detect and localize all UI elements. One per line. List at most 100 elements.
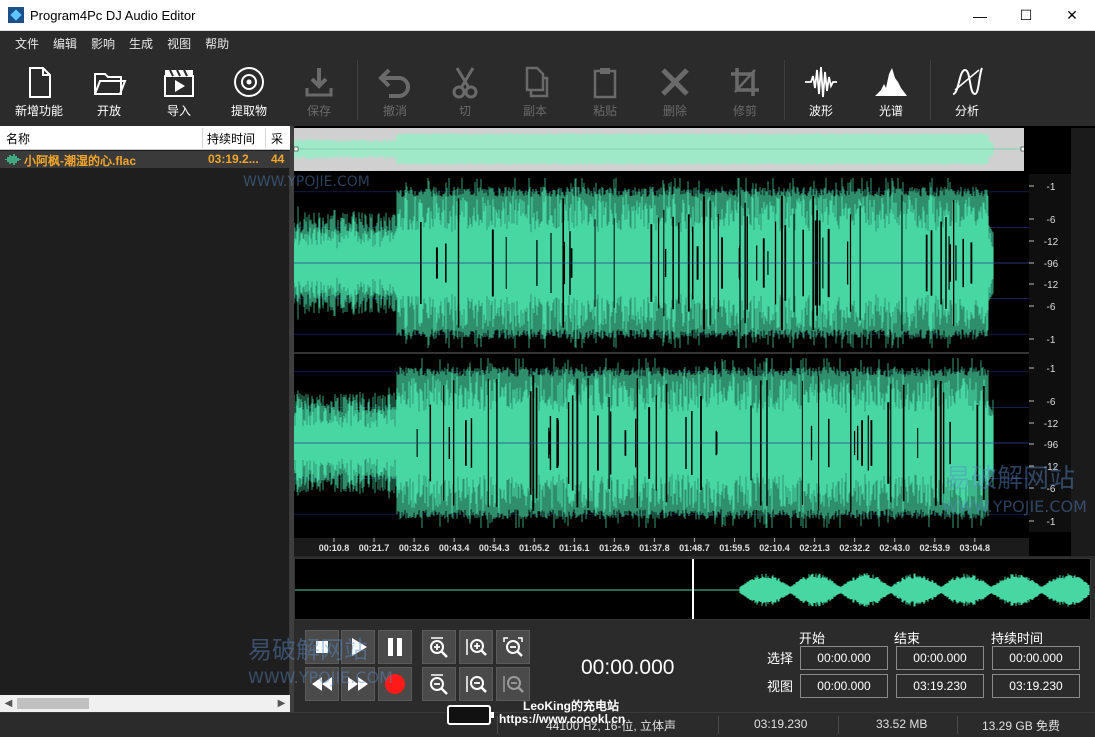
zoom-full-button[interactable]	[496, 667, 530, 701]
status-divider	[957, 716, 958, 734]
selection-start-field[interactable]: 00:00.000	[800, 646, 888, 670]
scroll-right-icon[interactable]: ▶	[273, 695, 290, 712]
zoom-selection-icon	[503, 637, 523, 657]
db-tick-label: -12	[1044, 419, 1059, 430]
zoom-out-icon	[430, 674, 448, 695]
selection-duration-header: 持续时间	[991, 631, 1044, 646]
import-button[interactable]: 导入	[147, 60, 211, 122]
file-duration: 03:19.2...	[208, 152, 259, 166]
status-length: 03:19.230	[754, 717, 808, 731]
trim-button[interactable]: 修剪	[713, 60, 777, 122]
view-duration-field[interactable]: 03:19.230	[992, 674, 1080, 698]
undo-icon	[378, 68, 410, 98]
cut-button[interactable]: 切	[433, 60, 497, 122]
save-button[interactable]: 保存	[287, 60, 351, 122]
scroll-left-icon[interactable]: ◀	[0, 695, 17, 712]
scrollbar-thumb[interactable]	[17, 698, 89, 709]
spectrum-button[interactable]: 光谱	[859, 60, 923, 122]
time-tick-label: 01:48.7	[679, 543, 710, 553]
db-tick-label: -1	[1047, 335, 1056, 346]
menu-effects[interactable]: 影响	[84, 35, 122, 52]
new-button[interactable]: 新增功能	[7, 60, 71, 122]
selection-end-field[interactable]: 00:00.000	[896, 646, 984, 670]
time-tick-label: 01:26.9	[599, 543, 630, 553]
save-icon	[305, 68, 333, 97]
battery-icon	[447, 705, 494, 725]
analysis-button[interactable]: 分析	[935, 60, 999, 122]
import-label: 导入	[166, 104, 191, 118]
record-icon	[385, 674, 405, 694]
selection-duration-field[interactable]: 00:00.000	[992, 646, 1080, 670]
pause-button[interactable]	[378, 630, 412, 664]
view-end-field[interactable]: 03:19.230	[896, 674, 984, 698]
play-icon	[352, 638, 367, 656]
waveform-display[interactable]	[293, 174, 1029, 532]
play-button[interactable]	[341, 630, 375, 664]
db-tick-label: -6	[1047, 397, 1056, 408]
analysis-icon	[952, 67, 983, 96]
file-list-row[interactable]: 小阿枫-潮湿的心.flac 03:19.2... 44	[0, 151, 290, 168]
menu-generate[interactable]: 生成	[122, 35, 160, 52]
copy-label: 副本	[522, 104, 547, 118]
open-button[interactable]: 开放	[77, 60, 141, 122]
waveform-button[interactable]: 波形	[789, 60, 853, 122]
view-start-field[interactable]: 00:00.000	[800, 674, 888, 698]
rewind-button[interactable]	[305, 667, 339, 701]
db-tick-label: -12	[1044, 237, 1059, 248]
delete-button[interactable]: 删除	[643, 60, 707, 122]
column-header-name[interactable]: 名称	[6, 130, 30, 147]
zoom-in-vertical-button[interactable]	[422, 630, 456, 664]
preview-waveform[interactable]	[294, 558, 1091, 620]
overlay-url: https://www.cocokl.cn	[499, 712, 626, 726]
column-header-duration[interactable]: 持续时间	[207, 130, 255, 147]
waveform-editor[interactable]: -1 -6 -12 -96 -12 -6 -1 -1 -6 -12 -96 -12 -6 -1 00:10…	[293, 126, 1095, 556]
time-tick-label: 00:21.7	[359, 543, 390, 553]
db-tick-label: -1	[1047, 182, 1056, 193]
maximize-button[interactable]: ☐	[1003, 0, 1049, 31]
waveform-icon	[805, 66, 837, 98]
menu-file[interactable]: 文件	[8, 35, 46, 52]
db-tick-label: -12	[1044, 280, 1059, 291]
zoom-in-horizontal-button[interactable]	[459, 630, 493, 664]
db-scale-graphic: -1 -6 -12 -96 -12 -6 -1 -1 -6 -12 -96 -12 -6 -1	[1029, 182, 1059, 528]
file-list-panel: 名称 持续时间 采样 小阿枫-潮湿的心.flac 03:19.2... 44 ◀…	[0, 126, 290, 712]
copy-button[interactable]: 副本	[503, 60, 567, 122]
overlay-badge: LeoKing的充电站 https://www.cocokl.cn	[446, 697, 646, 731]
overview-waveform[interactable]	[293, 128, 1026, 171]
zoom-out-horizontal-button[interactable]	[459, 667, 493, 701]
zoom-selection-button[interactable]	[496, 630, 530, 664]
close-button[interactable]: ✕	[1049, 0, 1095, 31]
vertical-scrollbar[interactable]	[1071, 128, 1095, 556]
record-button[interactable]	[378, 667, 412, 701]
zoom-out-vertical-button[interactable]	[422, 667, 456, 701]
time-ruler[interactable]: 00:10.8 00:21.7 00:32.6 00:43.4 00:54.3 01:05…	[294, 538, 1029, 556]
column-divider[interactable]	[202, 128, 203, 148]
menu-bar: 文件 编辑 影响 生成 视图 帮助	[0, 31, 1095, 56]
status-file-size: 33.52 MB	[876, 717, 928, 731]
time-tick-label: 01:37.8	[639, 543, 670, 553]
column-divider[interactable]	[265, 128, 266, 148]
time-tick-label: 02:21.3	[799, 543, 830, 553]
minimize-button[interactable]: —	[957, 0, 1003, 31]
waveform-label: 波形	[808, 104, 833, 118]
undo-button[interactable]: 撤消	[363, 60, 427, 122]
crop-icon	[731, 68, 759, 96]
menu-view[interactable]: 视图	[160, 35, 198, 52]
stop-button[interactable]	[305, 630, 339, 664]
fast-forward-button[interactable]	[341, 667, 375, 701]
menu-edit[interactable]: 编辑	[46, 35, 84, 52]
save-label: 保存	[306, 104, 331, 118]
disc-icon	[234, 67, 264, 97]
rewind-icon	[312, 677, 332, 691]
extract-button[interactable]: 提取物	[217, 60, 281, 122]
time-ruler-graphic: 00:10.8 00:21.7 00:32.6 00:43.4 00:54.3 01:05…	[319, 538, 991, 553]
time-tick-label: 01:05.2	[519, 543, 550, 553]
zoom-in-icon	[430, 637, 448, 658]
menu-help[interactable]: 帮助	[198, 35, 236, 52]
time-tick-label: 03:04.8	[960, 543, 991, 553]
file-list-scrollbar[interactable]: ◀ ▶	[0, 695, 290, 712]
undo-label: 撤消	[382, 104, 407, 118]
pause-icon	[388, 638, 402, 656]
paste-button[interactable]: 粘贴	[573, 60, 637, 122]
spectrum-label: 光谱	[878, 104, 903, 118]
